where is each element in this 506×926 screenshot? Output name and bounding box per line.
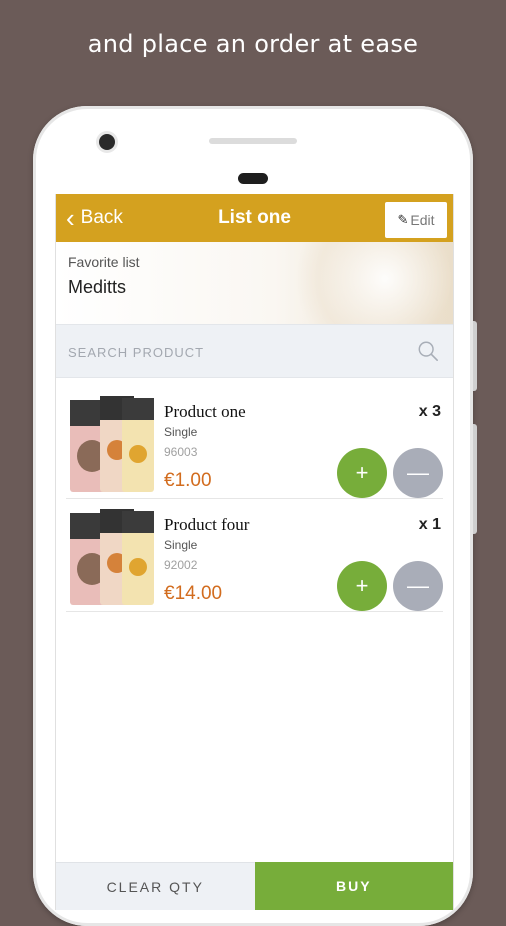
edit-label: Edit [410,212,435,228]
minus-icon: — [407,460,429,485]
increase-quantity-button[interactable]: + [337,448,387,498]
product-quantity: x 3 [418,403,441,420]
bottom-action-bar: CLEAR QTY BUY [56,862,453,910]
plus-icon: + [355,573,369,598]
phone-volume-button [473,424,477,534]
product-type: Single [164,538,198,552]
product-image [70,396,154,492]
product-name: Product one [164,402,246,421]
plus-icon: + [355,460,369,485]
back-label: Back [80,207,123,228]
phone-frame: ‹ Back List one ✎ Edit Favorite list Med… [33,106,477,926]
product-code: 92002 [164,558,198,572]
top-bar: ‹ Back List one ✎ Edit [56,194,453,242]
product-price: €14.00 [164,583,223,604]
camera-icon [99,134,115,150]
speaker-grille [209,138,297,144]
phone-side-button [473,321,477,391]
minus-icon: — [407,573,429,598]
list-label: Favorite list [68,254,140,270]
clear-qty-button[interactable]: CLEAR QTY [56,862,255,910]
buy-button[interactable]: BUY [254,862,453,910]
increase-quantity-button[interactable]: + [337,561,387,611]
search-input[interactable] [66,325,390,379]
pencil-icon: ✎ [397,212,409,227]
decrease-quantity-button[interactable]: — [393,561,443,611]
list-header: Favorite list Meditts [56,242,453,324]
product-row[interactable]: Product four Single 92002 €14.00 x 1 + — [66,499,443,612]
sensor [238,173,268,184]
search-bar [56,324,453,379]
decrease-quantity-button[interactable]: — [393,448,443,498]
search-icon[interactable] [417,340,439,362]
product-row[interactable]: Product one Single 96003 €1.00 x 3 + — [66,386,443,499]
product-type: Single [164,425,198,439]
product-name: Product four [164,515,250,534]
product-image [70,509,154,605]
edit-button[interactable]: ✎ Edit [385,202,447,238]
app-screen: ‹ Back List one ✎ Edit Favorite list Med… [55,194,454,910]
list-name: Meditts [68,277,127,297]
product-code: 96003 [164,445,198,459]
back-button[interactable]: ‹ Back [66,194,123,242]
chevron-left-icon: ‹ [66,203,75,233]
product-price: €1.00 [164,470,212,491]
promo-caption: and place an order at ease [87,30,419,58]
product-quantity: x 1 [418,516,441,533]
header-background-image [283,242,453,324]
